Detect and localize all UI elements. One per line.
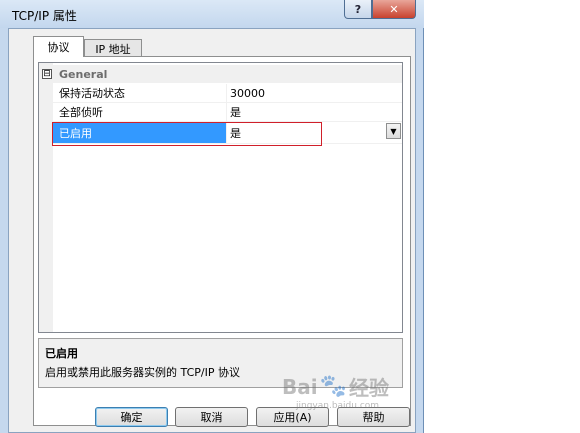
property-name: 全部侦听	[53, 103, 227, 121]
question-mark-icon: ?	[354, 2, 362, 16]
property-grid[interactable]: ⊟ General 保持活动状态 30000 全部侦听 是 已启用 是 ▼	[38, 62, 403, 333]
grid-gutter	[39, 63, 53, 332]
ok-button[interactable]: 确定	[95, 407, 168, 427]
description-pane: 已启用 启用或禁用此服务器实例的 TCP/IP 协议	[38, 338, 403, 388]
collapse-icon[interactable]: ⊟	[42, 69, 52, 79]
close-button[interactable]: ✕	[372, 0, 416, 19]
tab-protocol[interactable]: 协议	[33, 36, 84, 57]
property-row-keepalive[interactable]: 保持活动状态 30000	[53, 84, 402, 103]
window-title: TCP/IP 属性	[12, 9, 77, 23]
title-bar[interactable]: TCP/IP 属性 ? ✕	[0, 0, 424, 28]
property-name: 保持活动状态	[53, 84, 227, 102]
property-name: 已启用	[53, 122, 227, 143]
screenshot: TCP/IP 属性 ? ✕ 协议 IP 地址 ⊟ General 保持活动状态 …	[0, 0, 580, 433]
property-row-enabled[interactable]: 已启用 是 ▼	[53, 122, 402, 144]
description-title: 已启用	[45, 347, 78, 360]
cancel-button[interactable]: 取消	[175, 407, 248, 427]
property-row-listen-all[interactable]: 全部侦听 是	[53, 103, 402, 122]
dropdown-arrow-icon[interactable]: ▼	[386, 123, 401, 139]
property-value[interactable]: 30000	[228, 84, 402, 102]
property-value-select[interactable]: 是	[228, 122, 402, 143]
help-button[interactable]: ?	[344, 0, 372, 19]
tab-ip-address-label: IP 地址	[95, 43, 131, 56]
close-icon: ✕	[389, 2, 399, 16]
tab-protocol-label: 协议	[47, 41, 70, 54]
property-value[interactable]: 是	[228, 103, 402, 121]
watermark-url: jingyan.baidu.com	[296, 401, 380, 411]
description-text: 启用或禁用此服务器实例的 TCP/IP 协议	[45, 366, 240, 379]
category-row-general[interactable]: ⊟ General	[39, 65, 402, 83]
category-label: General	[59, 68, 108, 81]
